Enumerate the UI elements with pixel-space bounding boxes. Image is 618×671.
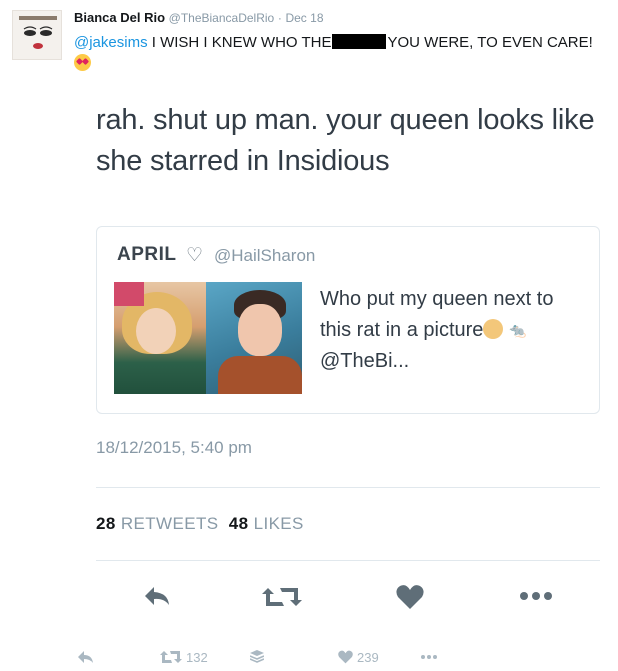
footer-reply-button[interactable] (78, 648, 94, 666)
photo-face-left (136, 308, 176, 354)
footer-retweet-button[interactable]: 132 (160, 648, 208, 666)
author-name[interactable]: Bianca Del Rio (74, 10, 165, 25)
blonde-person-emoji-icon (483, 319, 504, 339)
face-avatar-icon (13, 11, 61, 59)
reply-icon[interactable] (142, 584, 172, 612)
likes-count: 48 (228, 514, 249, 533)
photo-jacket (218, 356, 302, 394)
author-avatar[interactable] (12, 10, 62, 60)
quoted-photo (114, 282, 302, 394)
more-icon (421, 655, 437, 659)
reply-icon (78, 651, 93, 663)
quoted-author-name: APRIL (117, 244, 177, 265)
tweet-text: @jakesims I WISH I KNEW WHO THE YOU WERE,… (74, 32, 594, 74)
screenshot-timestamp: 18/12/2015, 5:40 pm (96, 438, 252, 457)
engagement-stats: 28 RETWEETS 48 LIKES (96, 514, 304, 534)
tweet-date[interactable]: Dec 18 (285, 11, 323, 25)
rat-emoji-icon: 🐀 (508, 322, 527, 338)
like-icon[interactable] (396, 584, 424, 612)
quoted-text-mention: @TheBi... (320, 350, 410, 372)
quoted-author-handle: @HailSharon (214, 246, 316, 265)
reply-mention[interactable]: @jakesims (74, 34, 148, 51)
quoted-heart-icon: ♡ (186, 245, 204, 266)
retweet-icon (160, 651, 182, 663)
divider (96, 560, 600, 561)
tweet-header: Bianca Del Rio @TheBiancaDelRio · Dec 18 (74, 10, 324, 25)
photo-sign-icon (114, 282, 144, 306)
footer-like-button[interactable]: 239 (338, 648, 379, 666)
tweet-text-part1: I WISH I KNEW WHO THE (151, 34, 332, 51)
footer-like-count: 239 (357, 649, 379, 665)
retweet-icon[interactable] (262, 584, 302, 612)
footer-more-button[interactable] (420, 648, 438, 666)
more-icon[interactable] (518, 584, 554, 612)
divider (96, 487, 600, 488)
redaction-bar (332, 34, 387, 49)
quoted-tweet-text: Who put my queen next to this rat in a p… (320, 284, 590, 377)
footer-buffer-button[interactable] (250, 648, 264, 666)
photo-face-right (238, 304, 282, 356)
retweets-label: RETWEETS (120, 514, 219, 533)
layers-icon (250, 650, 264, 663)
header-separator: · (277, 11, 282, 25)
heart-icon (338, 650, 353, 664)
heart-eyes-emoji-icon (74, 54, 91, 71)
screenshot-tweet-text: rah. shut up man. your queen looks like … (96, 104, 595, 177)
likes-label: LIKES (253, 514, 304, 533)
footer-retweet-count: 132 (186, 649, 208, 665)
tweet-text-part2: YOU WERE, TO EVEN CARE! (387, 34, 593, 51)
retweets-count: 28 (96, 514, 116, 533)
author-handle[interactable]: @TheBiancaDelRio (169, 11, 275, 25)
